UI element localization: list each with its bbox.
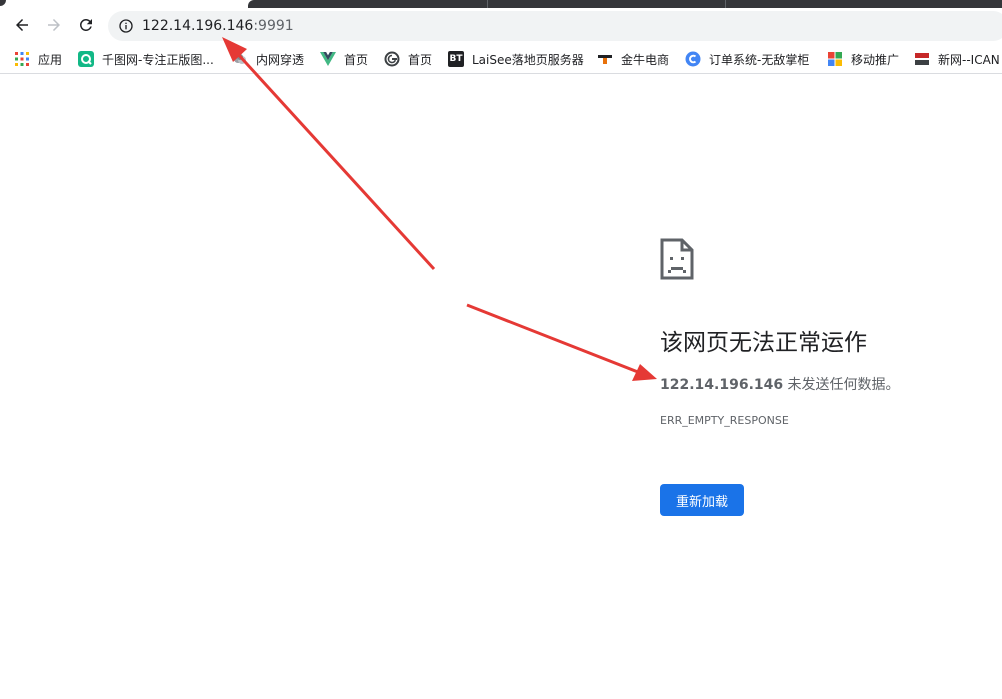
bookmark-jinniu[interactable]: 金牛电商 [597, 49, 669, 69]
bookmark-qiantu[interactable]: 千图网-专注正版图... [78, 49, 214, 69]
tab-strip [0, 0, 1002, 8]
apps-grid-icon [14, 51, 30, 67]
address-url[interactable]: 122.14.196.146:9991 [142, 17, 294, 35]
error-code: ERR_EMPTY_RESPONSE [660, 414, 789, 427]
back-arrow-icon [16, 19, 28, 31]
tab-separator [725, 0, 726, 8]
tunnel-icon [232, 51, 248, 67]
forward-arrow-icon [48, 19, 60, 31]
error-title: 该网页无法正常运作 [660, 330, 867, 356]
bt-icon: BT [448, 51, 464, 67]
bookmark-label: 金牛电商 [621, 52, 670, 67]
bookmark-g-home[interactable]: 首页 [384, 49, 432, 69]
bookmark-label: LaiSee落地页服务器 [472, 52, 584, 67]
reload-button[interactable]: 重新加载 [660, 484, 744, 516]
bt-icon-text: BT [449, 54, 463, 64]
bookmark-label: 千图网-专注正版图... [102, 52, 214, 67]
qiantu-icon [78, 51, 94, 67]
xinnet-icon [914, 51, 930, 67]
back-button[interactable] [8, 11, 36, 39]
order-system-icon [685, 51, 701, 67]
browser-toolbar: 122.14.196.146:9991 [0, 8, 1002, 44]
error-host: 122.14.196.146 [660, 377, 784, 393]
address-port: :9991 [253, 18, 294, 34]
bookmark-label: 订单系统-无敌掌柜 [709, 52, 810, 67]
bookmarks-bar: 应用 千图网-专注正版图... 内网穿透 首页 首页 BT LaiSee落地页服… [0, 44, 1002, 74]
bookmark-label: 应用 [38, 52, 63, 67]
error-description-suffix: 未发送任何数据。 [783, 377, 900, 393]
bookmark-vue-home[interactable]: 首页 [320, 49, 368, 69]
tab-strip-bar [248, 0, 1002, 8]
jinniu-icon [597, 51, 613, 67]
g-logo-icon [384, 51, 400, 67]
bookmark-label: 首页 [344, 52, 369, 67]
bookmark-label: 移动推广 [851, 52, 900, 67]
tab-separator [487, 0, 488, 8]
tab-strip-corner [0, 0, 6, 6]
bookmark-label: 首页 [408, 52, 433, 67]
colored-squares-icon [827, 51, 843, 67]
reload-toolbar-button[interactable] [72, 11, 100, 39]
bookmark-mobile-promo[interactable]: 移动推广 [827, 49, 899, 69]
error-description: 122.14.196.146 未发送任何数据。 [660, 375, 900, 395]
info-icon[interactable] [118, 18, 134, 34]
sad-page-icon [660, 238, 694, 280]
forward-button[interactable] [40, 11, 68, 39]
reload-icon [79, 18, 92, 31]
bookmark-apps[interactable]: 应用 [14, 49, 62, 69]
bookmark-tunnel[interactable]: 内网穿透 [232, 49, 304, 69]
bookmark-label: 新网--ICAN [938, 52, 1000, 67]
address-host: 122.14.196.146 [142, 18, 254, 34]
vue-icon [320, 51, 336, 67]
address-bar[interactable]: 122.14.196.146:9991 [108, 11, 1002, 41]
bookmark-order-system[interactable]: 订单系统-无敌掌柜 [685, 49, 809, 69]
bookmark-xinnet[interactable]: 新网--ICAN [914, 49, 1000, 69]
bookmark-label: 内网穿透 [256, 52, 305, 67]
arrow-to-error-host [466, 303, 657, 381]
bookmark-laisee[interactable]: BT LaiSee落地页服务器 [448, 49, 584, 69]
